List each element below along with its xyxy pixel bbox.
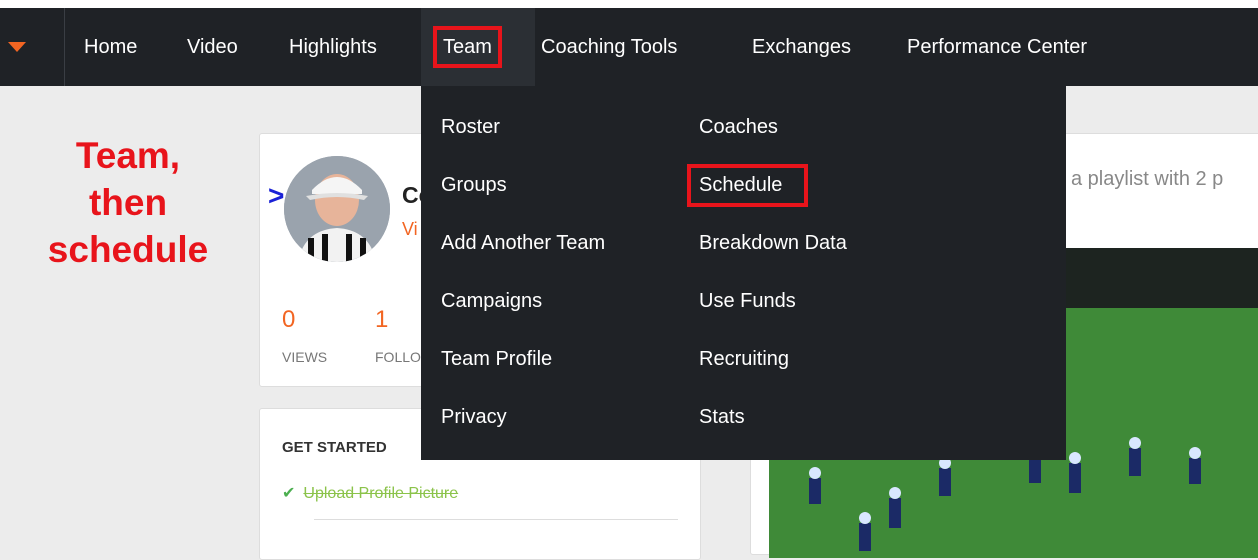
annotation-line: then xyxy=(88,182,168,223)
menu-toggle[interactable] xyxy=(0,8,65,86)
chevron-right-icon: > xyxy=(268,180,285,211)
get-started-title: GET STARTED xyxy=(282,439,387,456)
nav-exchanges[interactable]: Exchanges xyxy=(752,8,851,86)
checkmark-icon: ✔ xyxy=(282,485,296,502)
view-profile-link[interactable]: Vi xyxy=(402,219,418,240)
menu-item-recruiting[interactable]: Recruiting xyxy=(699,348,789,371)
caret-down-icon xyxy=(8,42,26,52)
views-count: 0 xyxy=(282,306,296,333)
main-navbar: Home Video Highlights Team Coaching Tool… xyxy=(0,8,1258,86)
nav-coaching-tools[interactable]: Coaching Tools xyxy=(541,8,677,86)
team-dropdown-menu: Roster Groups Add Another Team Campaigns… xyxy=(421,86,1066,460)
avatar[interactable] xyxy=(284,156,390,262)
nav-home[interactable]: Home xyxy=(84,8,137,86)
divider xyxy=(314,519,678,520)
menu-item-team-profile[interactable]: Team Profile xyxy=(441,348,552,371)
views-label: VIEWS xyxy=(282,349,328,365)
annotation-line: Team, xyxy=(75,135,181,176)
menu-item-coaches[interactable]: Coaches xyxy=(699,116,778,139)
followers-count: 1 xyxy=(375,306,389,333)
instruction-annotation: Team, then schedule xyxy=(28,132,228,273)
menu-item-use-funds[interactable]: Use Funds xyxy=(699,290,796,313)
top-strip xyxy=(0,0,1258,8)
menu-item-privacy[interactable]: Privacy xyxy=(441,406,507,429)
menu-item-add-another-team[interactable]: Add Another Team xyxy=(441,232,605,255)
nav-video[interactable]: Video xyxy=(187,8,238,86)
menu-item-breakdown-data[interactable]: Breakdown Data xyxy=(699,232,847,255)
menu-item-schedule[interactable]: Schedule xyxy=(687,164,809,207)
feed-text: a playlist with 2 p xyxy=(1071,168,1224,190)
annotation-line: schedule xyxy=(47,229,209,270)
menu-item-campaigns[interactable]: Campaigns xyxy=(441,290,542,313)
nav-highlights[interactable]: Highlights xyxy=(289,8,377,86)
nav-performance-center[interactable]: Performance Center xyxy=(907,8,1087,86)
menu-item-groups[interactable]: Groups xyxy=(441,174,507,197)
upload-profile-picture-task[interactable]: ✔ Upload Profile Picture xyxy=(282,483,458,503)
followers-label: FOLLO xyxy=(375,349,421,365)
menu-item-stats[interactable]: Stats xyxy=(699,406,745,429)
nav-team[interactable]: Team xyxy=(421,8,535,86)
menu-item-roster[interactable]: Roster xyxy=(441,116,500,139)
